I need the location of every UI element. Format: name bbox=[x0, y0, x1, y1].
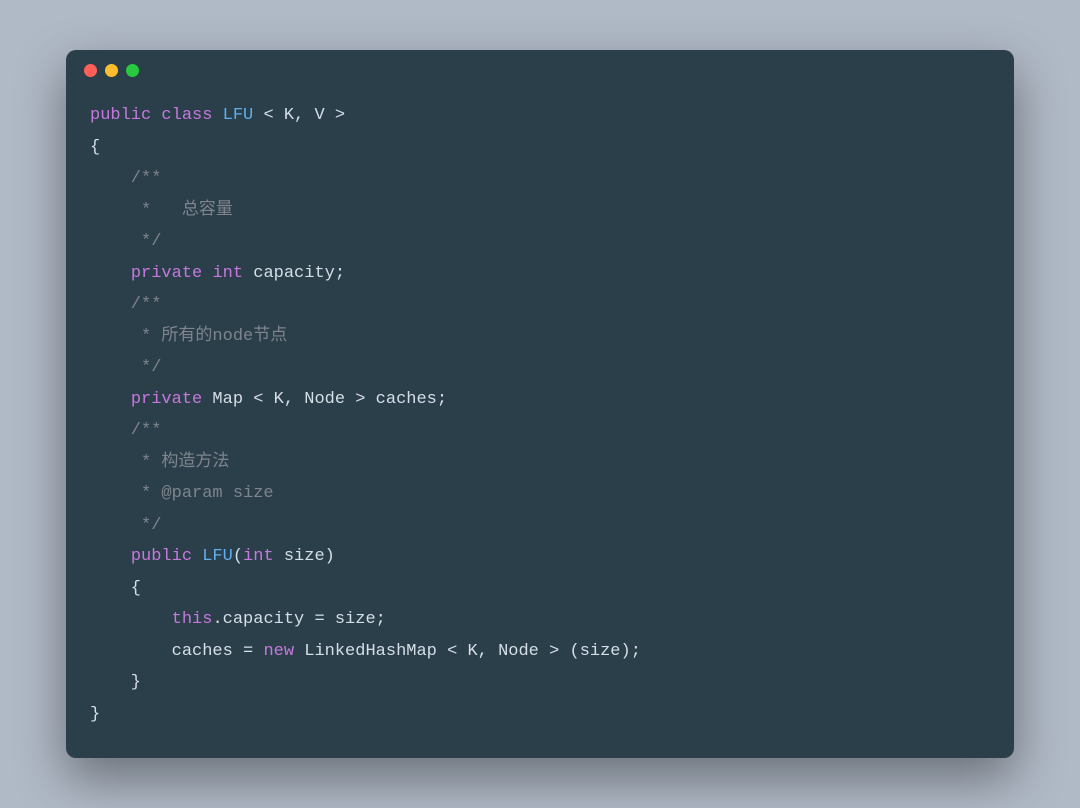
brace-close: } bbox=[90, 705, 100, 724]
keyword-private: private bbox=[131, 390, 202, 409]
class-name: LFU bbox=[223, 106, 254, 125]
generic-params: < K, V > bbox=[253, 106, 345, 125]
brace-close: } bbox=[90, 673, 141, 692]
indent bbox=[90, 610, 172, 629]
indent bbox=[90, 390, 131, 409]
field-caches: Map < K, Node > caches; bbox=[202, 390, 447, 409]
code-window: public class LFU < K, V > { /** * 总容量 */… bbox=[66, 50, 1014, 758]
close-icon[interactable] bbox=[84, 64, 97, 77]
brace-open: { bbox=[90, 579, 141, 598]
comment-line: * @param size bbox=[90, 484, 274, 503]
comment-line: /** bbox=[90, 295, 161, 314]
comment-line: /** bbox=[90, 421, 161, 440]
comment-line: */ bbox=[90, 358, 161, 377]
keyword-int: int bbox=[243, 547, 274, 566]
field-capacity: capacity; bbox=[243, 264, 345, 283]
comment-line: * 构造方法 bbox=[90, 453, 229, 472]
comment-line: /** bbox=[90, 169, 161, 188]
keyword-private: private bbox=[131, 264, 202, 283]
assign-capacity: .capacity = size; bbox=[212, 610, 385, 629]
code-block: public class LFU < K, V > { /** * 总容量 */… bbox=[66, 90, 1014, 754]
keyword-class: class bbox=[161, 106, 212, 125]
comment-line: */ bbox=[90, 232, 161, 251]
indent bbox=[90, 264, 131, 283]
keyword-new: new bbox=[263, 642, 294, 661]
comment-line: * 所有的node节点 bbox=[90, 327, 287, 346]
comment-line: */ bbox=[90, 516, 161, 535]
brace-open: { bbox=[90, 138, 100, 157]
param-size: size) bbox=[274, 547, 335, 566]
keyword-int: int bbox=[212, 264, 243, 283]
keyword-public: public bbox=[90, 106, 151, 125]
minimize-icon[interactable] bbox=[105, 64, 118, 77]
comment-line: * 总容量 bbox=[90, 201, 233, 220]
constructor-name: LFU bbox=[192, 547, 233, 566]
window-titlebar bbox=[66, 50, 1014, 90]
indent-text: caches = bbox=[90, 642, 263, 661]
new-linkedhashmap: LinkedHashMap < K, Node > (size); bbox=[294, 642, 641, 661]
indent bbox=[90, 547, 131, 566]
paren-open: ( bbox=[233, 547, 243, 566]
keyword-public: public bbox=[131, 547, 192, 566]
maximize-icon[interactable] bbox=[126, 64, 139, 77]
keyword-this: this bbox=[172, 610, 213, 629]
